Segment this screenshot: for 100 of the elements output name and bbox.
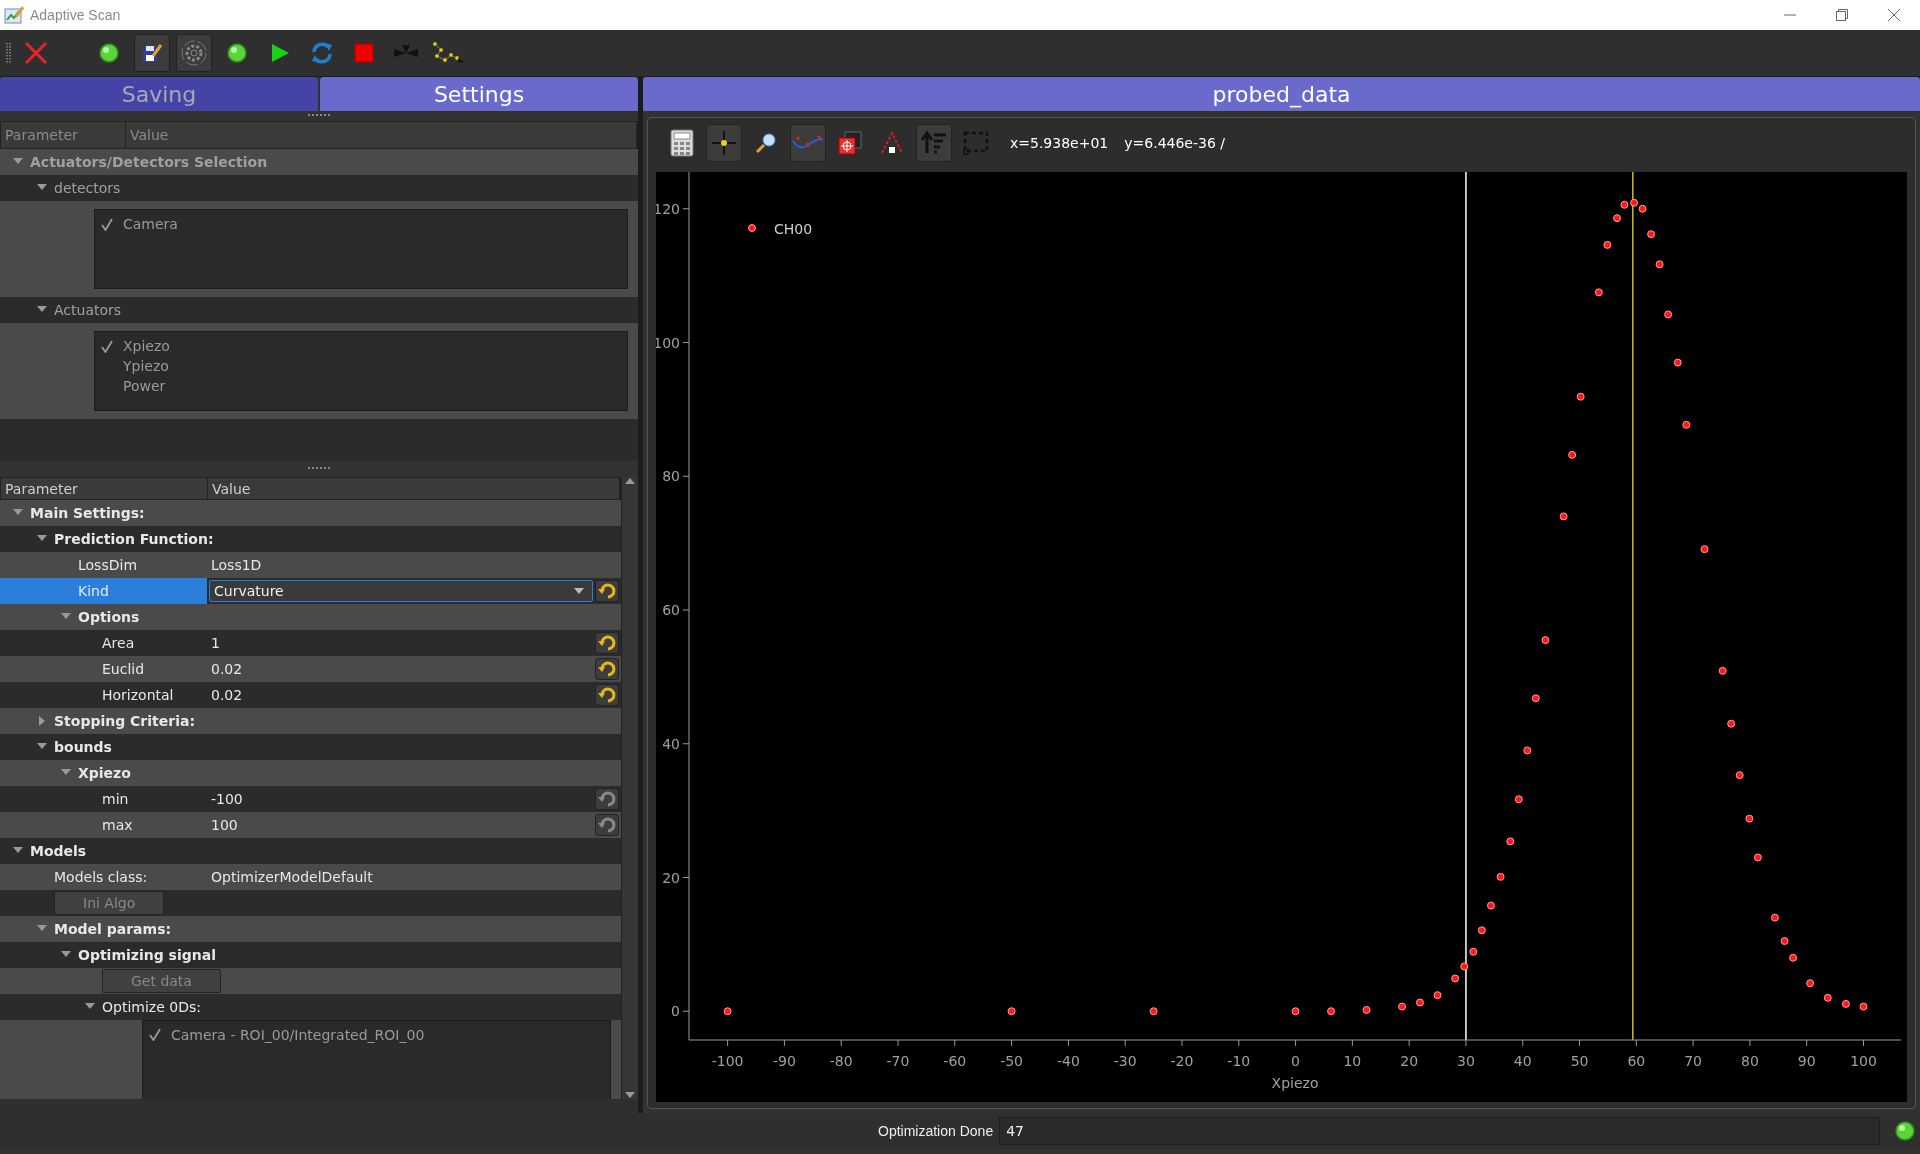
iteration-count-field: 47 xyxy=(999,1117,1880,1145)
data-point xyxy=(1655,260,1664,269)
scrollbar[interactable] xyxy=(621,477,638,1099)
parameter-value[interactable]: 0.02 xyxy=(207,661,593,678)
reset-button[interactable] xyxy=(595,684,619,707)
data-point xyxy=(1523,746,1532,755)
data-point xyxy=(1613,214,1622,223)
data-point xyxy=(1460,962,1469,971)
reset-button[interactable] xyxy=(595,580,619,603)
data-point xyxy=(1753,853,1762,862)
stop-icon[interactable] xyxy=(354,43,374,63)
data-point xyxy=(1789,953,1798,962)
data-point xyxy=(1700,545,1709,554)
cursor-y-readout: y=6.446e-36 / xyxy=(1124,135,1225,151)
data-point xyxy=(1362,1005,1371,1014)
data-point xyxy=(1486,901,1495,910)
reset-button[interactable] xyxy=(595,632,619,655)
data-point xyxy=(1576,392,1585,401)
scroll-up-icon[interactable] xyxy=(625,477,635,485)
restore-icon[interactable] xyxy=(1836,9,1848,21)
axis-tick-label: -90 xyxy=(773,1053,796,1069)
grip-icon xyxy=(6,42,12,64)
close-icon[interactable] xyxy=(24,41,48,65)
data-point xyxy=(1673,358,1682,367)
status-led-icon xyxy=(1894,1120,1916,1142)
axis-tick-label: -30 xyxy=(1113,1053,1137,1069)
tree-group-label[interactable]: Xpiezo xyxy=(78,765,131,782)
dock-title: probed_data xyxy=(643,77,1920,111)
tree-group-label[interactable]: Optimize 0Ds: xyxy=(102,999,201,1016)
tree-group-label[interactable]: bounds xyxy=(54,739,112,756)
data-point xyxy=(1291,1007,1300,1016)
data-point xyxy=(1531,694,1540,703)
parameter-value[interactable]: OptimizerModelDefault xyxy=(207,869,621,886)
curve-fit-button[interactable] xyxy=(790,124,826,162)
axis-tick-label: -50 xyxy=(1000,1053,1024,1069)
axis-tick-label: 60 xyxy=(662,602,680,618)
play-icon[interactable] xyxy=(269,42,291,64)
axis-tick-label: 40 xyxy=(1513,1053,1532,1069)
data-point xyxy=(1469,947,1478,956)
axis-tick-label: -40 xyxy=(1056,1053,1080,1069)
tree-group-label[interactable]: Prediction Function: xyxy=(54,531,214,548)
close-icon[interactable] xyxy=(1888,9,1900,21)
parameter-label: Horizontal xyxy=(102,687,174,704)
data-point xyxy=(1664,310,1673,319)
window-title: Adaptive Scan xyxy=(30,7,121,23)
axis-tick-label: 20 xyxy=(1400,1053,1419,1069)
data-point xyxy=(1823,993,1832,1002)
floppy-disk-icon[interactable] xyxy=(141,42,163,64)
reset-button[interactable] xyxy=(595,788,619,811)
parameter-label: Area xyxy=(102,635,135,652)
tree-group-label[interactable]: Stopping Criteria: xyxy=(54,713,195,730)
kind-dropdown[interactable]: Curvature xyxy=(209,580,593,603)
app-icon xyxy=(4,5,24,25)
data-point xyxy=(1451,974,1460,983)
column-header-label[interactable]: Value xyxy=(208,478,620,500)
parameter-value[interactable]: 100 xyxy=(207,817,593,834)
data-point xyxy=(1007,1007,1016,1016)
reset-button[interactable] xyxy=(595,814,619,837)
caret-icon[interactable] xyxy=(574,588,584,595)
refresh-icon[interactable] xyxy=(310,41,334,65)
parameter-value[interactable]: Loss1D xyxy=(207,557,621,574)
parameter-value[interactable]: -100 xyxy=(207,791,593,808)
tree-group-label[interactable]: Optimizing signal xyxy=(78,947,216,964)
tree-group-label[interactable]: Main Settings: xyxy=(30,505,145,522)
save-settings-button[interactable] xyxy=(134,34,170,72)
tree-group-label[interactable]: Models xyxy=(30,843,87,860)
axis-tick-label: 100 xyxy=(1850,1053,1877,1069)
data-point xyxy=(1541,636,1550,645)
parameter-value[interactable]: 1 xyxy=(207,635,593,652)
tree-group-label[interactable]: Options xyxy=(78,609,140,626)
axis-tick-label: 70 xyxy=(1684,1053,1703,1069)
reset-button[interactable] xyxy=(595,658,619,681)
data-point xyxy=(1398,1002,1407,1011)
cursor-line[interactable] xyxy=(1632,172,1634,1041)
axis-tick-label: -80 xyxy=(829,1053,853,1069)
column-header-label[interactable]: Parameter xyxy=(1,478,208,500)
data-point xyxy=(1806,979,1815,988)
axis-tick-label: -10 xyxy=(1227,1053,1251,1069)
parameter-value[interactable]: 0.02 xyxy=(207,687,593,704)
axis-title: Xpiezo xyxy=(1271,1075,1319,1091)
cursor-x-readout: x=5.938e+01 xyxy=(1010,135,1109,151)
data-point xyxy=(1727,719,1736,728)
parameter-label: LossDim xyxy=(78,557,137,574)
axis-tick-label: 10 xyxy=(1343,1053,1362,1069)
axis-tick-label: 80 xyxy=(662,468,680,485)
axis-tick-label: -60 xyxy=(943,1053,967,1069)
axis-tick-label: 90 xyxy=(1797,1053,1816,1069)
axis-tick-label: 0 xyxy=(1291,1053,1301,1069)
crosshair-button[interactable] xyxy=(706,124,742,162)
status-message: Optimization Done xyxy=(878,1123,994,1139)
tab[interactable]: Settings xyxy=(320,77,638,111)
axis-tick-label: 30 xyxy=(1457,1053,1475,1069)
data-point xyxy=(1770,913,1779,922)
parameter-label: max xyxy=(102,817,133,834)
data-point xyxy=(1841,999,1850,1008)
tree-group-label[interactable]: Model params: xyxy=(54,921,172,938)
data-point xyxy=(1149,1007,1158,1016)
axis-tick-label: -20 xyxy=(1170,1053,1194,1069)
data-point xyxy=(1647,230,1656,239)
data-point xyxy=(1559,512,1568,521)
